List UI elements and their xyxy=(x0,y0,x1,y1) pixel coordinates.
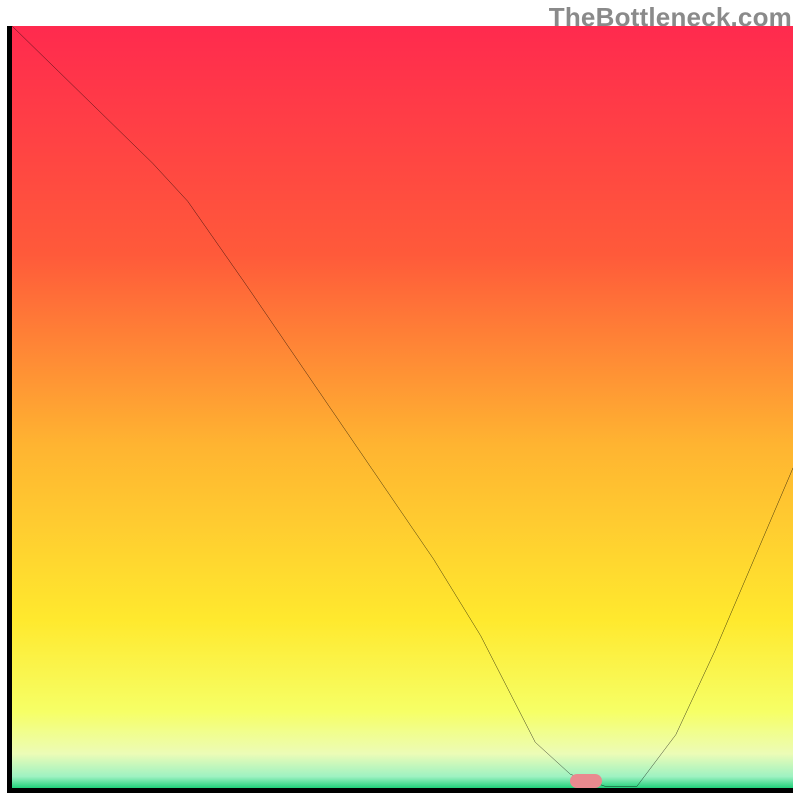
bottleneck-curve xyxy=(12,26,793,788)
optimal-point-marker xyxy=(570,774,602,788)
plot-area xyxy=(7,26,793,793)
chart-frame: TheBottleneck.com xyxy=(0,0,800,800)
